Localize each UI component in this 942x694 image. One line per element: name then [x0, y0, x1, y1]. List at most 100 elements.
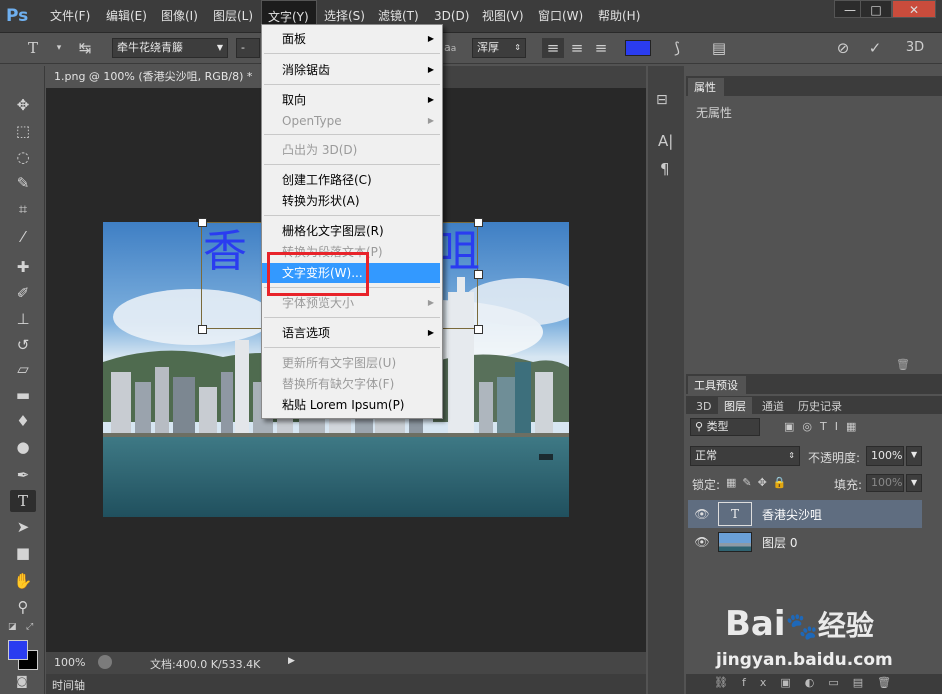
- menu-item-rasterize[interactable]: 栅格化文字图层(R): [262, 221, 440, 241]
- zoom-tool-icon[interactable]: ⚲: [10, 596, 36, 618]
- menu-item-create-work-path[interactable]: 创建工作路径(C): [262, 170, 440, 190]
- menu-file[interactable]: 文件(F): [44, 0, 96, 32]
- close-button[interactable]: ✕: [892, 0, 936, 18]
- submenu-arrow-icon: ▶: [427, 298, 434, 307]
- brush-tool-icon[interactable]: ✐: [10, 282, 36, 304]
- commit-check-icon[interactable]: ✓: [864, 38, 886, 58]
- type-menu-dropdown: 面板 ▶ 消除锯齿 ▶ 取向 ▶ OpenType ▶ 凸出为 3D(D) 创建工作路径…: [261, 24, 443, 419]
- transform-handle[interactable]: [474, 270, 483, 279]
- blur-tool-icon[interactable]: ♦: [10, 410, 36, 432]
- eyedropper-tool-icon[interactable]: ⁄: [10, 226, 36, 248]
- chevron-down-icon[interactable]: ▼: [906, 474, 922, 492]
- layer-row-text[interactable]: 👁 T 香港尖沙咀: [688, 500, 922, 528]
- menu-item-language-options[interactable]: 语言选项 ▶: [262, 323, 440, 343]
- layer-filter-icons[interactable]: ▣◎TⅠ▦: [784, 420, 864, 433]
- visibility-eye-icon[interactable]: 👁: [694, 507, 710, 521]
- layer-name[interactable]: 图层 0: [762, 534, 797, 551]
- document-tab[interactable]: 1.png @ 100% (香港尖沙咀, RGB/8) *: [46, 66, 261, 88]
- transform-handle[interactable]: [474, 325, 483, 334]
- timeline-tab[interactable]: 时间轴: [52, 677, 85, 693]
- menu-item-extrude-3d[interactable]: 凸出为 3D(D): [262, 140, 440, 160]
- image-layer-thumbnail: [718, 532, 752, 552]
- tab-properties[interactable]: 属性: [688, 78, 724, 96]
- menu-item-font-preview-size[interactable]: 字体预览大小 ▶: [262, 293, 440, 313]
- 3d-mode-icon[interactable]: 3D: [904, 38, 926, 58]
- foreground-color-swatch[interactable]: [8, 640, 28, 660]
- fill-input[interactable]: 100%: [866, 474, 904, 492]
- menu-window[interactable]: 窗口(W): [532, 0, 589, 32]
- align-right-icon[interactable]: ≡: [590, 38, 612, 58]
- menu-item-antialias[interactable]: 消除锯齿 ▶: [262, 60, 440, 80]
- history-brush-tool-icon[interactable]: ↺: [10, 334, 36, 356]
- quick-mask-icon[interactable]: ◙: [12, 674, 32, 690]
- menu-item-convert-to-shape[interactable]: 转换为形状(A): [262, 191, 440, 211]
- move-tool-icon[interactable]: ✥: [10, 94, 36, 116]
- swap-colors-icon[interactable]: ⤢: [26, 622, 33, 632]
- status-info-icon[interactable]: [98, 655, 112, 669]
- type-tool-preset-icon[interactable]: T: [22, 38, 44, 58]
- menu-image[interactable]: 图像(I): [155, 0, 204, 32]
- layer-row-image[interactable]: 👁 图层 0: [688, 528, 922, 556]
- character-panel-icon[interactable]: ▤: [708, 38, 730, 58]
- path-selection-tool-icon[interactable]: ➤: [10, 516, 36, 538]
- character-icon[interactable]: A|: [658, 132, 673, 150]
- type-tool-icon[interactable]: T: [10, 490, 36, 512]
- eraser-tool-icon[interactable]: ▱: [10, 358, 36, 380]
- zoom-level[interactable]: 100%: [54, 656, 85, 669]
- layer-name[interactable]: 香港尖沙咀: [762, 506, 822, 523]
- transform-handle[interactable]: [198, 325, 207, 334]
- status-menu-arrow-icon[interactable]: ▶: [288, 656, 295, 666]
- cancel-icon[interactable]: ⊘: [832, 38, 854, 58]
- gradient-tool-icon[interactable]: ▬: [10, 384, 36, 406]
- baidu-watermark-logo: Bai🐾经验: [725, 604, 874, 644]
- crop-tool-icon[interactable]: ⌗: [10, 198, 36, 220]
- trash-icon[interactable]: 🗑: [896, 358, 910, 371]
- menu-item-orientation[interactable]: 取向 ▶: [262, 90, 440, 110]
- visibility-eye-icon[interactable]: 👁: [694, 535, 710, 549]
- hand-tool-icon[interactable]: ✋: [10, 570, 36, 592]
- menu-item-panels[interactable]: 面板 ▶: [262, 29, 440, 49]
- opacity-input[interactable]: 100%: [866, 446, 904, 466]
- lasso-tool-icon[interactable]: ◌: [10, 146, 36, 168]
- pen-tool-icon[interactable]: ✒: [10, 464, 36, 486]
- align-center-icon[interactable]: ≡: [566, 38, 588, 58]
- tab-tool-presets[interactable]: 工具预设: [688, 376, 746, 394]
- dodge-tool-icon[interactable]: ●: [10, 436, 36, 458]
- layer-filter-select[interactable]: ⚲ 类型: [690, 418, 760, 436]
- warp-text-icon[interactable]: ⟆: [666, 38, 688, 58]
- clone-stamp-tool-icon[interactable]: ⊥: [10, 308, 36, 330]
- text-color-swatch[interactable]: [625, 40, 651, 56]
- font-style-select[interactable]: -: [236, 38, 260, 58]
- maximize-button[interactable]: □: [860, 0, 892, 18]
- quick-select-tool-icon[interactable]: ✎: [10, 172, 36, 194]
- marquee-tool-icon[interactable]: ⬚: [10, 120, 36, 142]
- menu-item-paste-lorem-ipsum[interactable]: 粘贴 Lorem Ipsum(P): [262, 395, 440, 415]
- font-family-select[interactable]: 牵牛花绕青籐 ▼: [112, 38, 228, 58]
- healing-brush-tool-icon[interactable]: ✚: [10, 256, 36, 278]
- menu-item-replace-missing-fonts[interactable]: 替换所有缺欠字体(F): [262, 374, 440, 394]
- antialias-select[interactable]: 浑厚 ⇕: [472, 38, 526, 58]
- layer-footer-icons[interactable]: ⛓fx▣◐▭▤🗑: [714, 676, 905, 689]
- chevron-down-icon[interactable]: ▼: [906, 446, 922, 466]
- chevron-down-icon[interactable]: ▾: [48, 38, 70, 58]
- tool-presets-icon[interactable]: ⊟: [656, 92, 668, 108]
- paragraph-icon[interactable]: ¶: [660, 160, 670, 178]
- rectangle-tool-icon[interactable]: ■: [10, 542, 36, 564]
- chevron-down-icon: ▼: [216, 43, 223, 52]
- lock-icons[interactable]: ▦✎✥🔒: [726, 476, 793, 489]
- align-left-icon[interactable]: ≡: [542, 38, 564, 58]
- highlight-annotation-box: [267, 252, 369, 296]
- menu-item-opentype[interactable]: OpenType ▶: [262, 111, 440, 131]
- menu-view[interactable]: 视图(V): [476, 0, 530, 32]
- blend-mode-select[interactable]: 正常 ⇕: [690, 446, 800, 466]
- menu-edit[interactable]: 编辑(E): [100, 0, 153, 32]
- default-colors-icon[interactable]: ◪: [8, 622, 17, 632]
- orientation-toggle-icon[interactable]: ↹: [74, 38, 96, 58]
- menu-layer[interactable]: 图层(L): [207, 0, 259, 32]
- transform-handle[interactable]: [198, 218, 207, 227]
- menu-help[interactable]: 帮助(H): [592, 0, 646, 32]
- photoshop-logo: Ps: [6, 6, 29, 26]
- menu-item-update-all-text[interactable]: 更新所有文字图层(U): [262, 353, 440, 373]
- transform-handle[interactable]: [474, 218, 483, 227]
- properties-panel: [686, 96, 942, 368]
